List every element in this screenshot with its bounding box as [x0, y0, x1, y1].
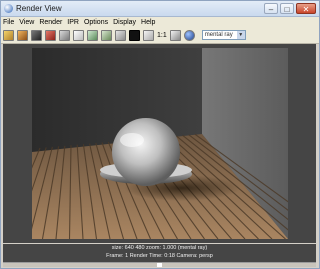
- menu-render[interactable]: Render: [39, 19, 62, 26]
- horizontal-scrollbar[interactable]: [3, 262, 316, 268]
- ratio-label[interactable]: 1:1: [157, 32, 167, 39]
- rendered-scene: [32, 48, 288, 239]
- snapshot-icon[interactable]: [31, 29, 42, 41]
- app-icon: [4, 4, 13, 13]
- menu-bar: File View Render IPR Options Display Hel…: [1, 17, 319, 27]
- keep-image-icon[interactable]: [73, 29, 84, 41]
- refresh-icon[interactable]: [45, 29, 56, 41]
- menu-ipr[interactable]: IPR: [67, 19, 79, 26]
- remove-image-icon[interactable]: [87, 29, 98, 41]
- camera-dropdown[interactable]: mental ray ▼: [201, 30, 246, 40]
- maximize-button[interactable]: □: [280, 3, 294, 14]
- menu-options[interactable]: Options: [84, 19, 108, 26]
- redo-render-icon[interactable]: [3, 29, 14, 41]
- camera-icon[interactable]: [183, 29, 195, 41]
- real-size-icon[interactable]: [143, 29, 154, 41]
- black-swatch-icon[interactable]: [129, 29, 140, 41]
- render-frame-line: Frame: 1 Render Time: 0:18 Camera: persp: [106, 253, 213, 259]
- close-button[interactable]: ✕: [296, 3, 316, 14]
- render-status: size: 640 480 zoom: 1.000 (mental ray) F…: [3, 244, 316, 262]
- region-render-icon[interactable]: [59, 29, 70, 41]
- menu-help[interactable]: Help: [141, 19, 155, 26]
- window-title: Render View: [16, 4, 62, 13]
- toolbar: 1:1 mental ray ▼: [1, 27, 319, 44]
- render-settings-icon[interactable]: [169, 29, 181, 41]
- alpha-channel-icon[interactable]: [115, 29, 126, 41]
- minimize-button[interactable]: –: [264, 3, 278, 14]
- menu-file[interactable]: File: [3, 19, 14, 26]
- rendered-image: [32, 48, 288, 239]
- menu-display[interactable]: Display: [113, 19, 136, 26]
- title-bar[interactable]: Render View – □ ✕: [1, 1, 319, 17]
- camera-dropdown-value: mental ray: [204, 32, 233, 38]
- chevron-down-icon: ▼: [236, 31, 245, 39]
- render-info-line: size: 640 480 zoom: 1.000 (mental ray): [111, 245, 208, 251]
- ipr-render-icon[interactable]: [17, 29, 28, 41]
- render-view-window: Render View – □ ✕ File View Render IPR O…: [0, 0, 320, 269]
- menu-view[interactable]: View: [19, 19, 34, 26]
- scrollbar-thumb[interactable]: [157, 263, 162, 267]
- render-viewport[interactable]: [3, 44, 316, 243]
- rgb-channel-icon[interactable]: [101, 29, 112, 41]
